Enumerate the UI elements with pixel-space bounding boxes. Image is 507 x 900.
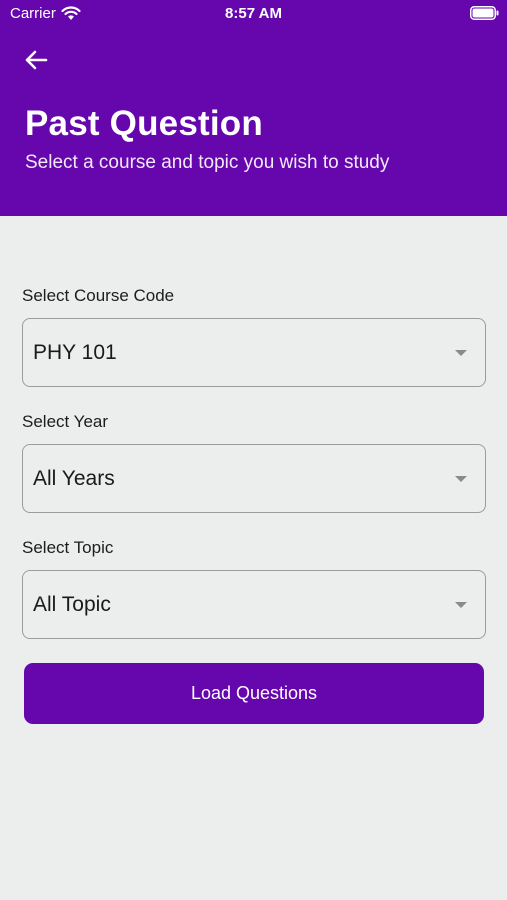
caret-down-icon [455,350,467,356]
course-code-label: Select Course Code [22,286,175,305]
topic-label: Select Topic [22,538,114,557]
back-button[interactable] [20,44,52,76]
course-code-value: PHY 101 [33,341,117,364]
caret-down-icon [455,476,467,482]
caret-down-icon [455,602,467,608]
battery-icon [470,6,499,20]
year-value: All Years [33,467,115,490]
status-time: 8:57 AM [225,5,282,22]
status-bar: Carrier 8:57 AM [0,0,507,28]
past-question-screen: Carrier 8:57 AM Past Question Select a c… [0,0,507,900]
load-questions-button[interactable]: Load Questions [24,663,484,724]
arrow-left-icon [25,50,48,70]
topic-select[interactable]: All Topic [22,570,486,639]
topic-value: All Topic [33,593,111,616]
year-select[interactable]: All Years [22,444,486,513]
year-label: Select Year [22,412,109,431]
page-title: Past Question [25,104,263,143]
header: Carrier 8:57 AM Past Question Select a c… [0,0,507,216]
course-code-select[interactable]: PHY 101 [22,318,486,387]
page-subtitle: Select a course and topic you wish to st… [25,152,390,173]
